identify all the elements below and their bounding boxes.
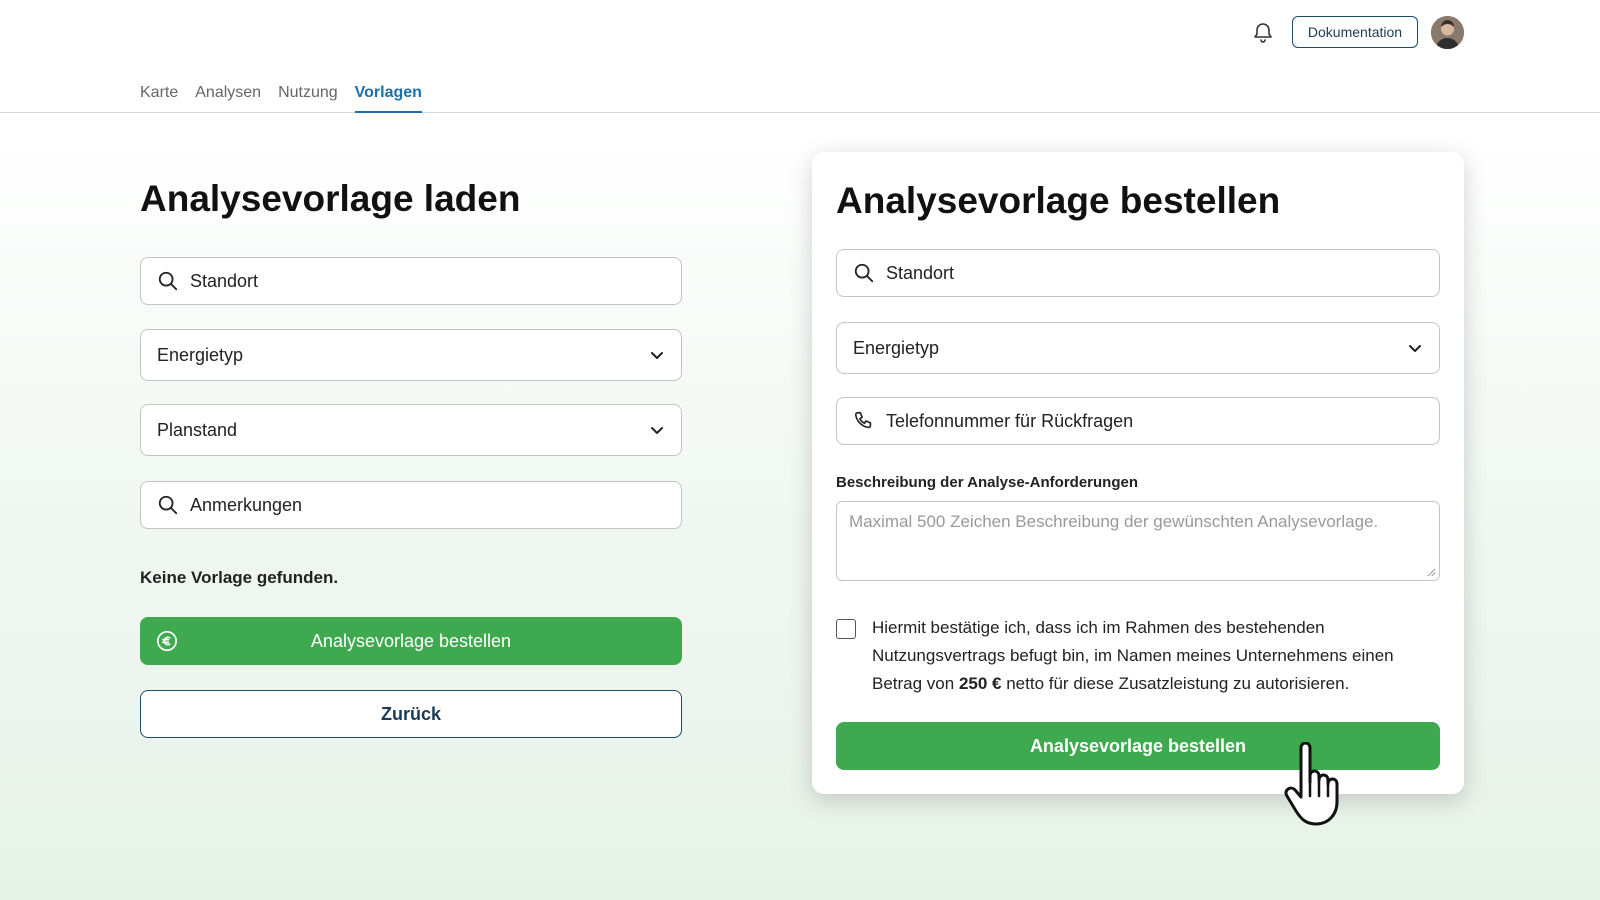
plan-status-select[interactable]: Planstand: [140, 404, 682, 456]
phone-placeholder: Telefonnummer für Rückfragen: [886, 410, 1134, 431]
remarks-placeholder: Anmerkungen: [190, 494, 303, 515]
description-placeholder: Maximal 500 Zeichen Beschreibung der gew…: [849, 512, 1379, 531]
tab-nutzung[interactable]: Nutzung: [278, 80, 338, 113]
location-placeholder: Standort: [190, 270, 259, 291]
order-template-card: Analysevorlage bestellen Standort Energi…: [812, 152, 1464, 794]
order-location-input[interactable]: Standort: [836, 249, 1440, 297]
consent-text-after: netto für diese Zusatzleistung zu autori…: [1001, 674, 1350, 693]
chevron-down-icon: [651, 352, 663, 359]
tab-analysen[interactable]: Analysen: [195, 80, 261, 113]
chevron-down-icon: [1409, 345, 1421, 352]
chevron-down-icon: [651, 427, 663, 434]
consent-checkbox[interactable]: [836, 619, 856, 639]
submit-order-button[interactable]: Analysevorlage bestellen: [836, 722, 1440, 770]
order-energy-type-value: Energietyp: [853, 337, 940, 358]
phone-icon: [854, 411, 872, 429]
energy-type-value: Energietyp: [157, 344, 244, 365]
description-textarea[interactable]: Maximal 500 Zeichen Beschreibung der gew…: [836, 501, 1440, 581]
documentation-button[interactable]: Dokumentation: [1292, 16, 1418, 48]
phone-input[interactable]: Telefonnummer für Rückfragen: [836, 397, 1440, 445]
no-template-message: Keine Vorlage gefunden.: [140, 568, 339, 587]
resize-handle-icon[interactable]: [1427, 568, 1436, 577]
plan-status-value: Planstand: [157, 419, 238, 440]
back-button[interactable]: Zurück: [140, 690, 682, 738]
hand-cursor-icon: [1284, 742, 1339, 826]
order-template-button[interactable]: Analysevorlage bestellen: [140, 617, 682, 665]
avatar[interactable]: [1431, 16, 1464, 49]
load-title: Analysevorlage laden: [140, 178, 521, 219]
bell-icon[interactable]: [1251, 20, 1275, 44]
order-title: Analysevorlage bestellen: [836, 180, 1281, 221]
energy-type-select[interactable]: Energietyp: [140, 329, 682, 381]
order-location-placeholder: Standort: [886, 262, 955, 283]
search-icon: [854, 263, 874, 283]
order-energy-type-select[interactable]: Energietyp: [836, 322, 1440, 374]
search-icon: [158, 271, 178, 291]
tab-vorlagen[interactable]: Vorlagen: [354, 80, 422, 113]
search-icon: [158, 495, 178, 515]
euro-icon: [157, 631, 177, 651]
consent-amount: 250 €: [958, 674, 1002, 693]
consent-text: Hiermit bestätige ich, dass ich im Rahme…: [872, 614, 1432, 698]
location-search-input[interactable]: Standort: [140, 257, 682, 305]
user-avatar-icon: [1431, 16, 1464, 49]
order-template-label: Analysevorlage bestellen: [310, 630, 512, 651]
remarks-search-input[interactable]: Anmerkungen: [140, 481, 682, 529]
description-label: Beschreibung der Analyse-Anforderungen: [836, 474, 1138, 491]
top-header: Dokumentation Karte Analysen Nutzung Vor…: [0, 0, 1600, 113]
main-tabs: Karte Analysen Nutzung Vorlagen: [140, 80, 439, 113]
tab-karte[interactable]: Karte: [140, 80, 178, 113]
